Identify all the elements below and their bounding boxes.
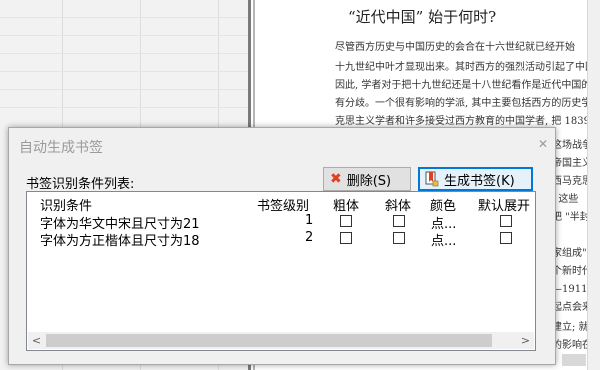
doc-text-line: 十九世纪中叶才显现出来。其时西方的强烈活动引起了中国的	[335, 62, 600, 73]
scroll-right-arrow-icon[interactable]: >	[517, 332, 534, 349]
delete-button[interactable]: ✖ 删除(S)	[323, 167, 411, 191]
scroll-left-arrow-icon[interactable]: <	[28, 332, 45, 349]
row-level[interactable]: 2	[305, 230, 313, 245]
color-picker-button[interactable]: 点...	[431, 230, 456, 249]
bold-checkbox[interactable]	[340, 232, 352, 244]
doc-text-line: 尽管西方历史与中国历史的会合在十六世纪就已经开始	[335, 42, 575, 53]
generate-button-label: 生成书签(K)	[444, 173, 515, 189]
document-heading: “近代中国” 始于何时?	[348, 8, 497, 26]
column-header-condition[interactable]: 识别条件	[40, 195, 92, 214]
delete-button-label: 删除(S)	[346, 173, 392, 189]
expand-checkbox[interactable]	[500, 215, 512, 227]
doc-text-fragment: 西马克思	[552, 176, 592, 187]
condition-table: 识别条件 书签级别 粗体 斜体 颜色 默认展开 字体为华文中宋且尺寸为21 1 …	[26, 191, 536, 351]
row-condition[interactable]: 字体为方正楷体且尺寸为18	[40, 230, 200, 249]
italic-checkbox[interactable]	[393, 232, 405, 244]
doc-text-line: 因此, 学者对于把十九世纪还是十八世纪看作是近代中国的	[335, 80, 592, 91]
row-level[interactable]: 1	[305, 213, 313, 228]
resize-grip	[562, 354, 586, 366]
doc-text-fragment: 的影响在	[552, 340, 592, 351]
doc-text-fragment: 帝国主义	[552, 158, 592, 169]
close-icon[interactable]: ✕	[535, 136, 551, 152]
doc-text-line: 有分歧。一个很有影响的学派, 其中主要包括西方的历史学	[335, 98, 592, 109]
column-header-bold[interactable]: 粗体	[333, 195, 359, 214]
italic-checkbox[interactable]	[393, 215, 405, 227]
delete-icon: ✖	[330, 171, 342, 187]
condition-list-label: 书签识别条件列表:	[26, 177, 135, 192]
auto-bookmark-dialog: 自动生成书签 ✕ 书签识别条件列表: ✖ 删除(S) 生成书签(K) 识别条件 …	[8, 127, 556, 365]
doc-text-fragment: 家组成"	[552, 248, 587, 259]
document-scrollbar[interactable]	[587, 0, 600, 370]
generate-bookmark-button[interactable]: 生成书签(K)	[418, 167, 533, 191]
scrollbar-thumb[interactable]	[46, 334, 492, 347]
column-header-expand[interactable]: 默认展开	[478, 195, 530, 214]
bookmark-generate-icon	[425, 171, 439, 187]
doc-text-fragment: 建立; 就	[552, 322, 589, 333]
doc-text-fragment: 个新时代	[552, 266, 592, 277]
column-header-level[interactable]: 书签级别	[257, 195, 309, 214]
doc-text-fragment: 起点会来	[552, 302, 592, 313]
horizontal-scrollbar[interactable]: < >	[28, 332, 534, 349]
doc-text-fragment: 把 "半封	[552, 212, 590, 223]
column-header-italic[interactable]: 斜体	[385, 195, 411, 214]
expand-checkbox[interactable]	[500, 232, 512, 244]
dialog-title: 自动生成书签	[19, 140, 103, 156]
column-header-color[interactable]: 颜色	[430, 195, 456, 214]
doc-text-fragment: 这场战争	[552, 140, 592, 151]
bold-checkbox[interactable]	[340, 215, 352, 227]
